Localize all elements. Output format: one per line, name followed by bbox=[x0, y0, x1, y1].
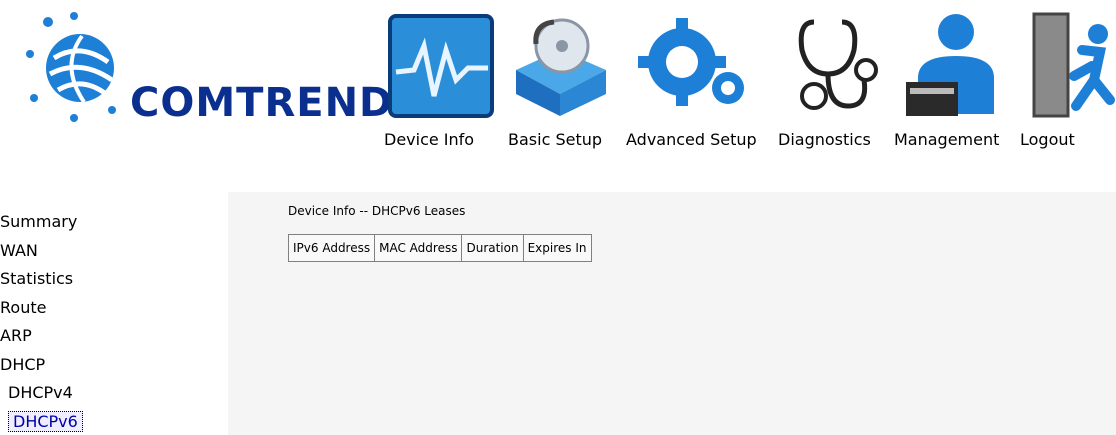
sidebar-item-route[interactable]: Route bbox=[0, 298, 46, 317]
nav-device-info[interactable]: Device Info bbox=[384, 130, 474, 149]
brand-wordmark: COMTREND bbox=[130, 80, 394, 126]
nav-basic-setup[interactable]: Basic Setup bbox=[508, 130, 602, 149]
sidebar-item-arp[interactable]: ARP bbox=[0, 326, 32, 345]
basic-setup-icon[interactable] bbox=[508, 10, 614, 120]
page-title: Device Info -- DHCPv6 Leases bbox=[288, 204, 466, 218]
logout-icon[interactable] bbox=[1030, 10, 1116, 120]
nav-management[interactable]: Management bbox=[894, 130, 999, 149]
management-icon[interactable] bbox=[900, 10, 1004, 120]
comtrend-logo[interactable]: COMTREND bbox=[20, 6, 392, 136]
sidebar-item-wan[interactable]: WAN bbox=[0, 241, 38, 260]
sidebar-item-statistics[interactable]: Statistics bbox=[0, 269, 73, 288]
sidebar-item-summary[interactable]: Summary bbox=[0, 212, 77, 231]
nav-diagnostics[interactable]: Diagnostics bbox=[778, 130, 871, 149]
device-info-icon[interactable] bbox=[384, 10, 498, 120]
sidebar-item-dhcpv4[interactable]: DHCPv4 bbox=[8, 383, 73, 402]
main-content: Device Info -- DHCPv6 Leases IPv6 Addres… bbox=[228, 192, 1116, 435]
dhcpv6-leases-table: IPv6 Address MAC Address Duration Expire… bbox=[287, 234, 592, 262]
column-ipv6-address: IPv6 Address bbox=[287, 234, 376, 262]
diagnostics-icon[interactable] bbox=[784, 10, 884, 120]
advanced-setup-icon[interactable] bbox=[636, 10, 754, 120]
column-mac-address: MAC Address bbox=[374, 234, 463, 262]
header: COMTREND Device Info Basic Setup Advance… bbox=[0, 0, 1116, 192]
column-duration: Duration bbox=[461, 234, 524, 262]
table-header-row: IPv6 Address MAC Address Duration Expire… bbox=[287, 234, 592, 262]
nav-advanced-setup[interactable]: Advanced Setup bbox=[626, 130, 757, 149]
globe-icon bbox=[26, 12, 116, 122]
sidebar-item-dhcpv6[interactable]: DHCPv6 bbox=[8, 411, 83, 432]
column-expires-in: Expires In bbox=[522, 234, 592, 262]
sidebar: Summary WAN Statistics Route ARP DHCP DH… bbox=[0, 192, 228, 435]
sidebar-item-dhcp[interactable]: DHCP bbox=[0, 355, 45, 374]
nav-logout[interactable]: Logout bbox=[1020, 130, 1075, 149]
